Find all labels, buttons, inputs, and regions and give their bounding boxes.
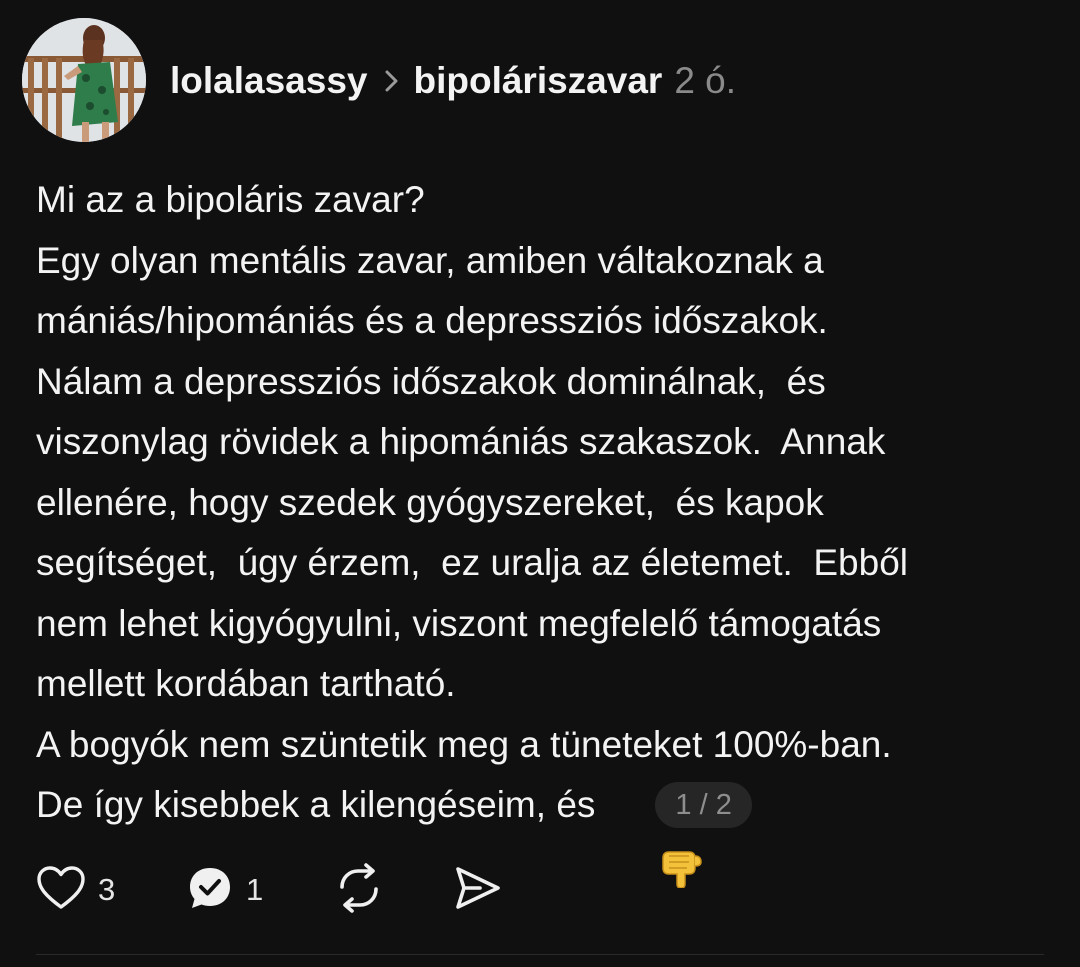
repost-button[interactable]	[334, 862, 454, 918]
body-line: viszonylag rövidek a hipomániás szakaszo…	[36, 421, 886, 462]
body-line: mellett kordában tartható.	[36, 663, 456, 704]
reply-button[interactable]: 1	[186, 864, 334, 917]
body-last-line: De így kisebbek a kilengéseim, és 1 / 2	[36, 775, 1046, 889]
pointing-down-emoji-icon	[597, 783, 702, 889]
like-count: 3	[98, 872, 116, 907]
send-icon	[454, 865, 502, 916]
body-line: De így kisebbek a kilengéseim, és	[36, 784, 596, 825]
chevron-right-icon	[377, 70, 407, 92]
body-line: ellenére, hogy szedek gyógyszereket, és …	[36, 481, 824, 523]
post-actions-bar: 3 1	[36, 862, 502, 918]
body-line: Mi az a bipoláris zavar?	[36, 179, 425, 220]
reply-count: 1	[246, 872, 264, 907]
avatar[interactable]	[22, 18, 146, 142]
body-line: Egy olyan mentális zavar, amiben váltako…	[36, 239, 824, 281]
post-divider	[36, 954, 1044, 955]
topic-link[interactable]: bipoláriszavar	[413, 60, 662, 102]
post-body[interactable]: Mi az a bipoláris zavar? Egy olyan mentá…	[36, 170, 1046, 889]
share-button[interactable]	[454, 865, 502, 916]
body-line: mániás/hipomániás és a depressziós idősz…	[36, 300, 828, 341]
comment-icon	[186, 864, 234, 917]
author-username[interactable]: lolalasassy	[170, 60, 367, 102]
post-timestamp: 2 ó.	[674, 60, 737, 101]
body-line: segítséget, úgy érzem, ez uralja az élet…	[36, 542, 909, 583]
body-line: Nálam a depressziós időszakok dominálnak…	[36, 360, 826, 402]
body-line: nem lehet kigyógyulni, viszont megfelelő…	[36, 602, 882, 644]
repost-icon	[334, 862, 384, 918]
page-indicator-pill[interactable]: 1 / 2	[655, 782, 752, 829]
post-header: lolalasassy bipoláriszavar 2 ó.	[170, 55, 736, 107]
body-line: A bogyók nem szüntetik meg a tüneteket 1…	[36, 723, 892, 765]
heart-icon	[36, 865, 86, 916]
like-button[interactable]: 3	[36, 865, 186, 916]
